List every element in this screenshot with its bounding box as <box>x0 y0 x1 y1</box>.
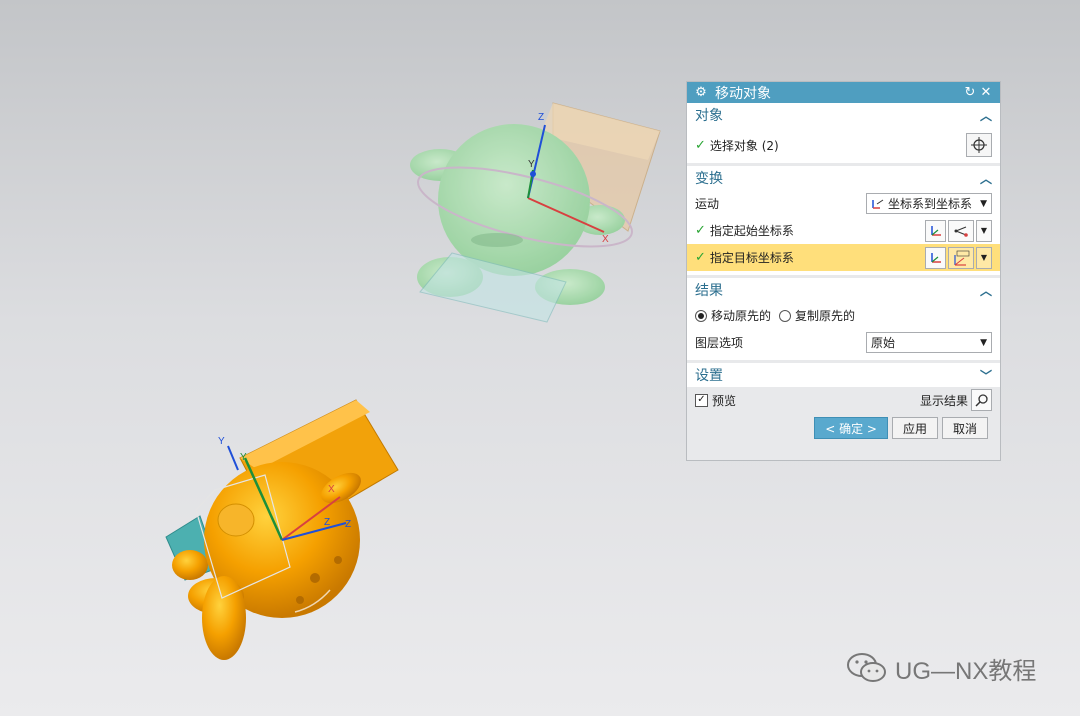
csys-icon <box>930 225 941 236</box>
section-title-settings: 设置 <box>695 368 723 384</box>
graphics-viewport[interactable]: Z Y X Y Y X Z Z ⚙ 移动对象 ↻ ✕ 对象 ︿ ✓ 选择对象 (… <box>0 0 1080 716</box>
axis-label-y: Y <box>528 159 535 170</box>
csys-dialog-button[interactable] <box>925 246 946 269</box>
absolute-csys-icon <box>954 250 970 266</box>
dialog-buttons: < 确定 > 应用 取消 <box>687 413 1000 439</box>
show-result-button[interactable] <box>971 389 992 411</box>
chevron-down-icon: ▼ <box>980 198 987 209</box>
csys-type-dropdown[interactable]: ▼ <box>976 246 992 269</box>
cancel-button[interactable]: 取消 <box>941 417 988 439</box>
chevron-down-icon[interactable]: ﹀ <box>980 367 992 384</box>
section-title-transform: 变换 <box>695 171 723 187</box>
section-header-result[interactable]: 结果 ︿ <box>687 278 1000 302</box>
move-original-label[interactable]: 移动原先的 <box>711 307 771 324</box>
absolute-csys-button[interactable] <box>948 246 974 269</box>
preview-row: ✓ 预览 显示结果 <box>687 387 1000 413</box>
crosshair-icon <box>971 137 987 153</box>
axis-label-y-3: Y <box>240 452 247 463</box>
dialog-titlebar[interactable]: ⚙ 移动对象 ↻ ✕ <box>687 82 1000 103</box>
watermark: UG—NX教程 <box>845 650 1036 686</box>
layer-option-value: 原始 <box>871 336 896 350</box>
target-csys-label[interactable]: 指定目标坐标系 <box>710 249 794 266</box>
close-icon[interactable]: ✕ <box>978 85 994 100</box>
axis-label-z-2: Z <box>324 517 330 528</box>
magnifier-icon <box>974 394 988 407</box>
apply-button[interactable]: 应用 <box>891 417 938 439</box>
axis-label-x-2: X <box>328 484 335 495</box>
csys-type-dropdown[interactable]: ▼ <box>976 219 992 242</box>
active-model[interactable] <box>165 399 399 660</box>
copy-original-radio[interactable] <box>779 309 792 322</box>
move-original-radio[interactable] <box>695 309 707 322</box>
chevron-up-icon[interactable]: ︿ <box>980 170 992 187</box>
csys-icon <box>930 252 941 263</box>
start-csys-label[interactable]: 指定起始坐标系 <box>710 222 794 239</box>
section-header-transform[interactable]: 变换 ︿ <box>687 166 1000 190</box>
chevron-up-icon[interactable]: ︿ <box>980 107 992 124</box>
section-body-result: 移动原先的 复制原先的 图层选项 原始 ▼ <box>687 302 1000 360</box>
chevron-up-icon[interactable]: ︿ <box>980 282 992 299</box>
axis-label-x: X <box>602 234 609 245</box>
motion-label: 运动 <box>695 197 720 211</box>
chevron-down-icon: ▼ <box>980 337 987 348</box>
inferred-csys-icon <box>954 226 968 237</box>
section-header-settings[interactable]: 设置 ﹀ <box>687 363 1000 387</box>
move-object-dialog: ⚙ 移动对象 ↻ ✕ 对象 ︿ ✓ 选择对象 (2) 变换 ︿ 运动 坐标系到坐… <box>686 81 1001 461</box>
preview-label[interactable]: 预览 <box>712 392 736 409</box>
axis-label-z: Z <box>538 112 544 123</box>
check-icon: ✓ <box>695 223 706 238</box>
target-csys-row[interactable]: ✓ 指定目标坐标系 ▼ <box>687 244 1000 271</box>
crosshair-select-button[interactable] <box>966 133 992 157</box>
reset-icon[interactable]: ↻ <box>962 85 978 100</box>
layer-option-select[interactable]: 原始 ▼ <box>866 332 992 353</box>
motion-value: 坐标系到坐标系 <box>888 197 973 211</box>
check-icon: ✓ <box>695 250 706 265</box>
csys-dialog-button[interactable] <box>925 219 946 242</box>
inferred-csys-button[interactable] <box>948 219 974 242</box>
layer-option-label: 图层选项 <box>695 336 744 350</box>
section-title-result: 结果 <box>695 283 723 299</box>
gear-icon: ⚙ <box>695 85 707 100</box>
motion-select[interactable]: 坐标系到坐标系 ▼ <box>866 193 992 214</box>
show-result-label: 显示结果 <box>919 393 968 408</box>
section-body-transform: 运动 坐标系到坐标系 ▼ ✓ 指定起始坐标系 ▼ ✓ 指定目标坐标系 ▼ <box>687 190 1000 275</box>
axis-label-z-3: Z <box>345 519 351 530</box>
section-header-object[interactable]: 对象 ︿ <box>687 103 1000 127</box>
preview-model[interactable] <box>410 102 661 323</box>
axis-label-y-2: Y <box>218 436 225 447</box>
section-title-object: 对象 <box>695 108 723 124</box>
watermark-text: UG—NX教程 <box>895 657 1037 685</box>
section-body-object: ✓ 选择对象 (2) <box>687 127 1000 163</box>
copy-original-label[interactable]: 复制原先的 <box>795 307 855 324</box>
ok-button[interactable]: < 确定 > <box>814 417 888 439</box>
preview-checkbox[interactable]: ✓ <box>695 393 708 407</box>
dialog-title: 移动对象 <box>715 85 771 102</box>
check-icon: ✓ <box>695 137 706 153</box>
csys-to-csys-icon <box>872 199 884 209</box>
select-object-label[interactable]: 选择对象 (2) <box>710 137 779 154</box>
wechat-icon <box>847 653 886 682</box>
